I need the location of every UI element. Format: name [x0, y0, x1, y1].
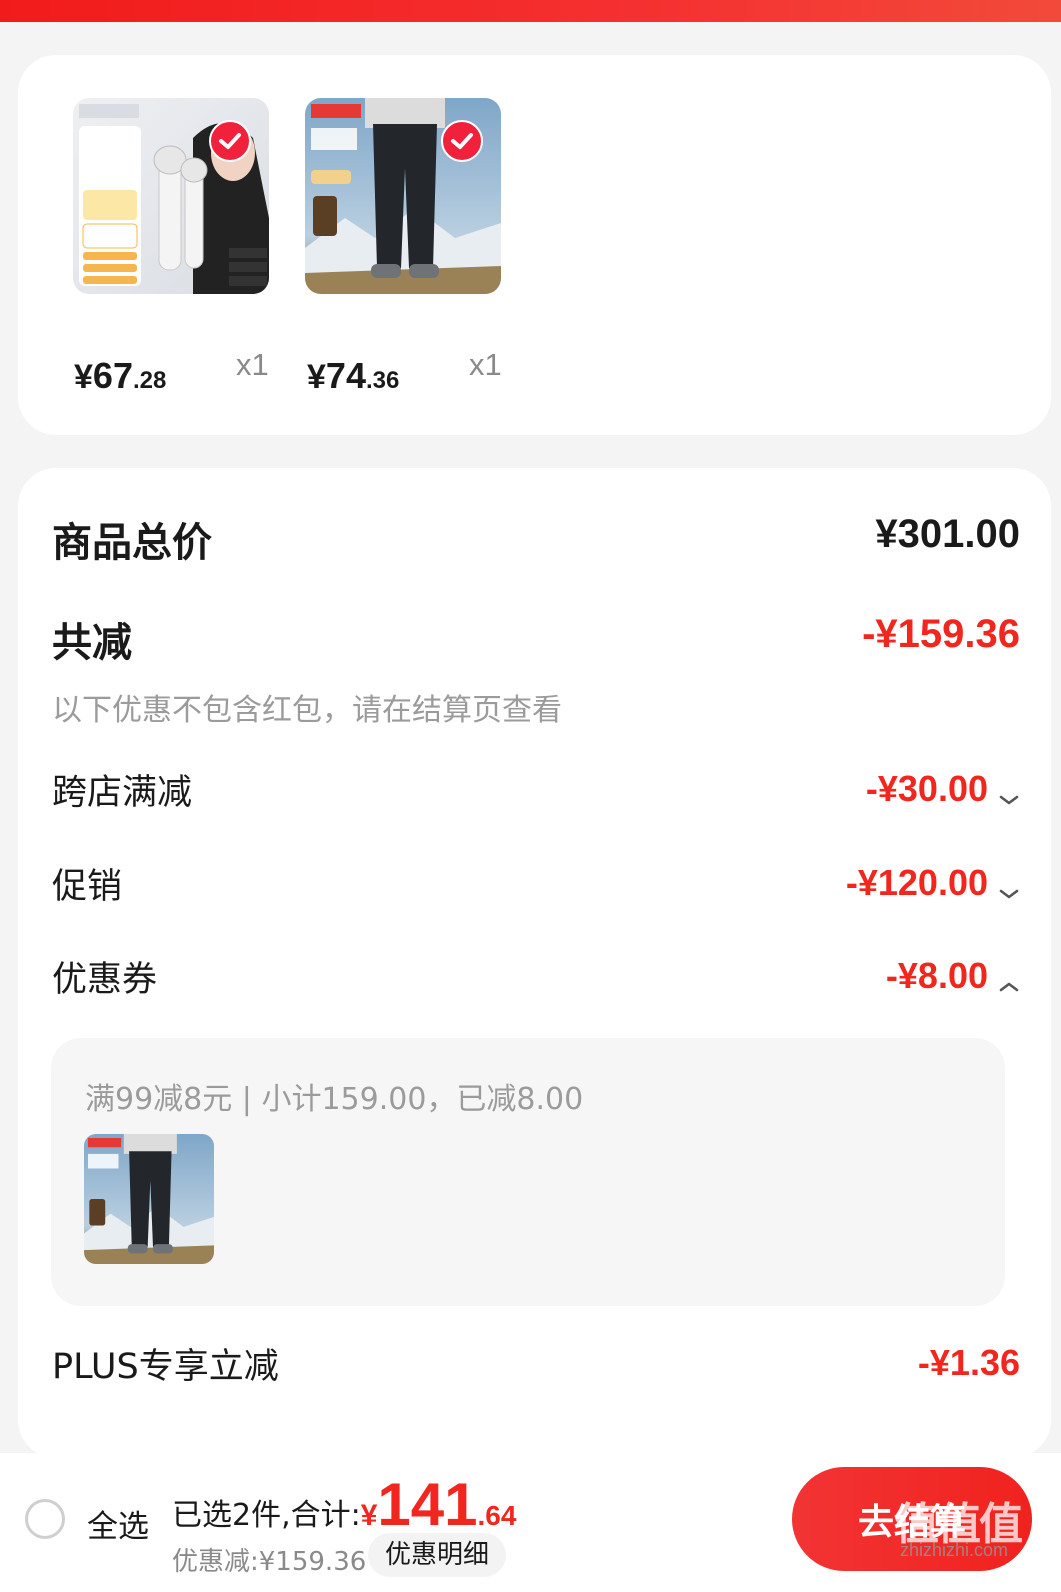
- down-pants-product-image[interactable]: [305, 98, 501, 294]
- selected-check-icon[interactable]: [209, 120, 251, 162]
- total-price-value: ¥301.00: [875, 512, 1020, 556]
- selected-count-text: 已选2件,合计:: [172, 1498, 361, 1533]
- discount-note: 以下优惠不包含红包，请在结算页查看: [52, 693, 562, 728]
- top-header-bar: [0, 0, 1061, 22]
- chevron-up-icon[interactable]: [998, 965, 1020, 992]
- coupon-value: -¥8.00: [885, 955, 988, 996]
- promotion-value-group[interactable]: -¥120.00: [846, 862, 1020, 904]
- coupon-label: 优惠券: [52, 960, 158, 1000]
- coupon-detail-text: 满99减8元 | 小计159.00，已减8.00: [85, 1082, 584, 1117]
- total-price-row: 商品总价 ¥301.00: [52, 510, 1020, 566]
- product-item-2[interactable]: [305, 98, 501, 294]
- coupon-detail-panel: 满99减8元 | 小计159.00，已减8.00: [51, 1038, 1005, 1306]
- discount-total-text: 优惠减:¥159.36: [172, 1547, 367, 1577]
- promotion-value: -¥120.00: [845, 862, 988, 903]
- cross-store-value-group[interactable]: -¥30.00: [866, 768, 1020, 810]
- cross-store-label: 跨店满减: [52, 773, 193, 813]
- coupon-row[interactable]: 优惠券 -¥8.00: [52, 951, 1020, 1001]
- coupon-value-group[interactable]: -¥8.00: [886, 955, 1020, 997]
- total-price-label: 商品总价: [52, 520, 212, 566]
- watermark-url: zhizhizhi.com: [900, 1540, 1009, 1560]
- select-all-radio[interactable]: [25, 1499, 65, 1539]
- total-currency: ¥: [360, 1499, 378, 1532]
- plus-discount-label: PLUS专享立减: [52, 1347, 279, 1387]
- chevron-down-icon[interactable]: [998, 872, 1020, 899]
- plus-discount-value: -¥1.36: [917, 1342, 1020, 1383]
- cross-store-row[interactable]: 跨店满减 -¥30.00: [52, 764, 1020, 814]
- total-amount-integer: 141: [377, 1471, 478, 1538]
- promotion-row[interactable]: 促销 -¥120.00: [52, 858, 1020, 908]
- total-amount-decimal: .64: [477, 1500, 517, 1531]
- total-reduce-label: 共减: [52, 620, 132, 666]
- product-price-2: ¥74.36: [307, 355, 400, 396]
- facial-device-product-image[interactable]: [73, 98, 269, 294]
- price-summary-card: 商品总价 ¥301.00 共减 -¥159.36 以下优惠不包含红包，请在结算页…: [18, 468, 1051, 1458]
- promotion-label: 促销: [52, 867, 123, 907]
- selected-products-card: ¥67.28 x1 ¥74.36 x1: [18, 55, 1051, 435]
- selected-check-icon[interactable]: [441, 120, 483, 162]
- chevron-down-icon[interactable]: [998, 778, 1020, 805]
- down-pants-product-image[interactable]: [84, 1134, 214, 1264]
- product-qty-1: x1: [236, 347, 269, 382]
- cross-store-value: -¥30.00: [865, 768, 988, 809]
- discount-detail-button[interactable]: 优惠明细: [368, 1533, 506, 1577]
- product-item-1[interactable]: [73, 98, 269, 294]
- selected-summary: 已选2件,合计: ¥ 141 .64: [172, 1475, 516, 1535]
- product-price-1: ¥67.28: [74, 355, 167, 396]
- product-qty-2: x1: [469, 347, 502, 382]
- select-all-label[interactable]: 全选: [87, 1501, 149, 1546]
- total-reduce-row: 共减 -¥159.36: [52, 610, 1020, 666]
- plus-discount-row: PLUS专享立减 -¥1.36: [52, 1338, 1020, 1388]
- total-reduce-value: -¥159.36: [862, 612, 1020, 656]
